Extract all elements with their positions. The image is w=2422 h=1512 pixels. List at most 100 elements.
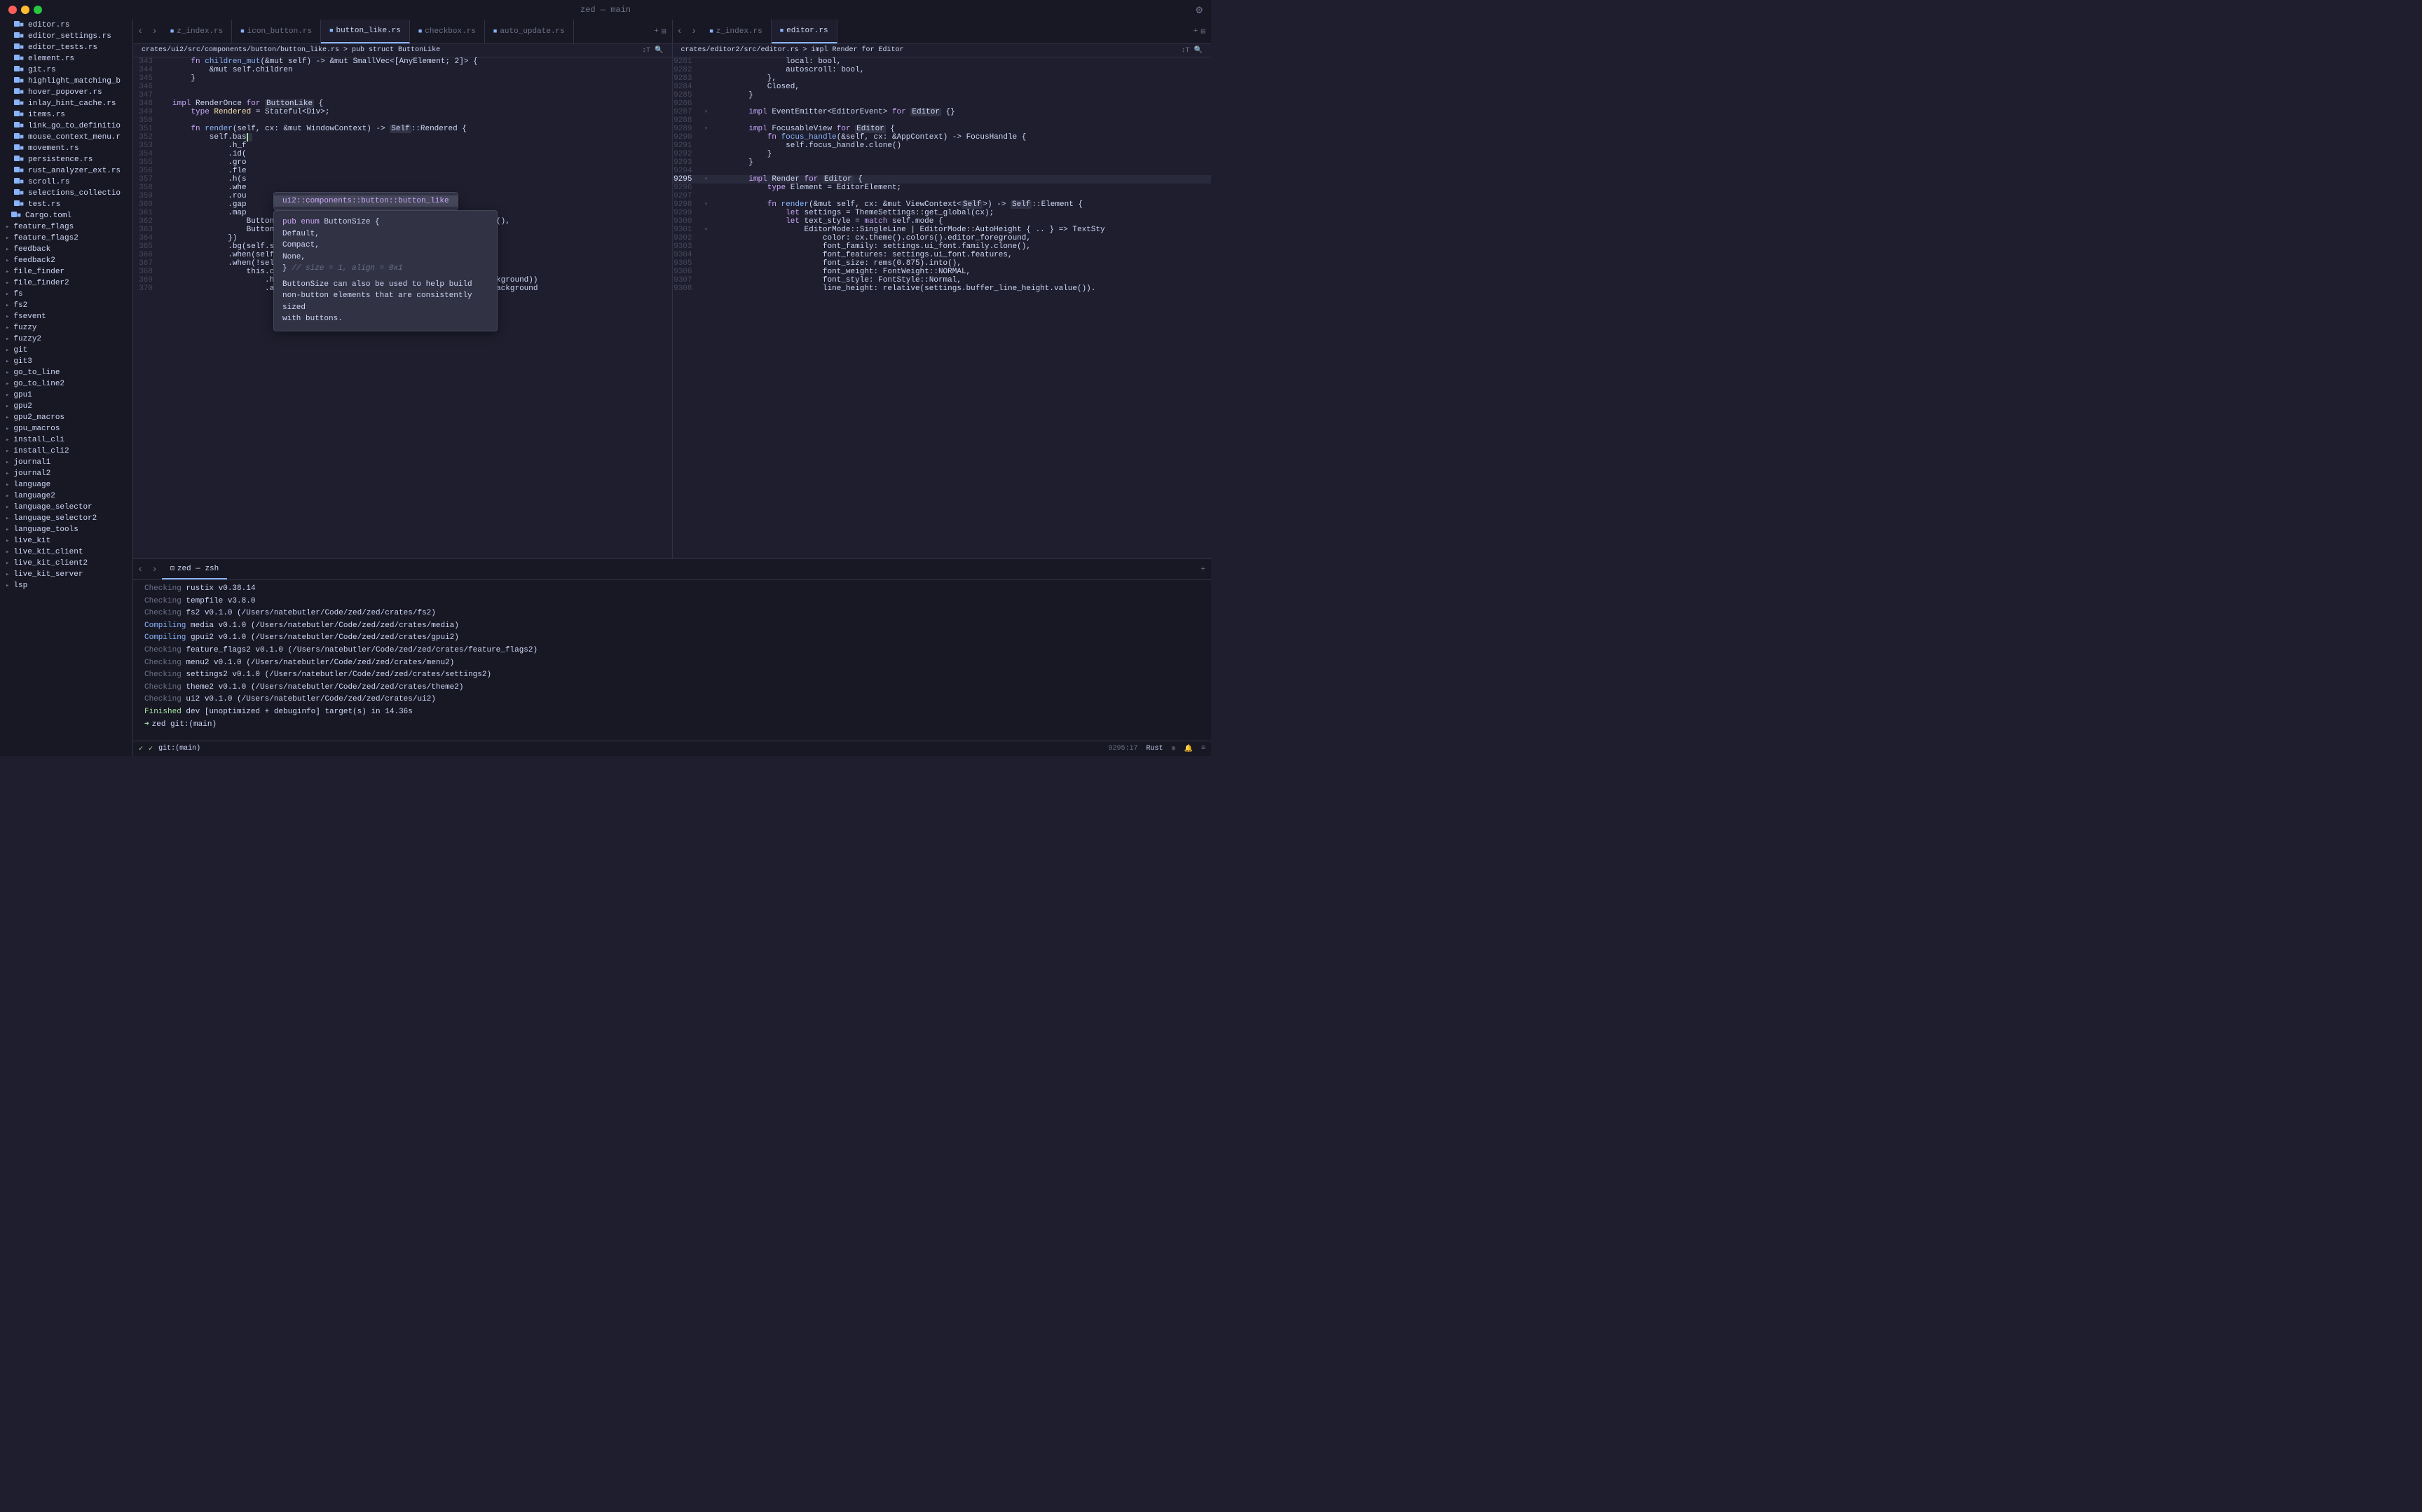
notification-icon[interactable]: 🔔 xyxy=(1184,745,1193,753)
sidebar-item-gpu-macros[interactable]: ▸ gpu_macros xyxy=(0,423,132,434)
sidebar-item-feedback[interactable]: ▸ feedback xyxy=(0,244,132,255)
sidebar-item-language-selector[interactable]: ▸ language_selector xyxy=(0,502,132,513)
sidebar-item-label: language_selector2 xyxy=(13,514,97,523)
sidebar-item-link-go[interactable]: ■ link_go_to_definitio xyxy=(0,121,132,132)
sidebar-item-editor-settings[interactable]: ■ editor_settings.rs xyxy=(0,31,132,42)
split-editor-button-r[interactable]: ⊞ xyxy=(1200,27,1205,36)
git-branch[interactable]: git:(main) xyxy=(158,745,200,752)
sidebar-item-fs[interactable]: ▸ fs xyxy=(0,289,132,300)
sidebar-item-feature-flags2[interactable]: ▸ feature_flags2 xyxy=(0,233,132,244)
right-tab-next[interactable]: › xyxy=(687,20,701,43)
code-line-9287: 9287 ▾ impl EventEmitter<EditorEvent> fo… xyxy=(673,108,1212,116)
sidebar-item-fuzzy[interactable]: ▸ fuzzy xyxy=(0,322,132,334)
sidebar-item-gpu1[interactable]: ▸ gpu1 xyxy=(0,390,132,401)
sidebar-item-live-kit-server[interactable]: ▸ live_kit_server xyxy=(0,569,132,580)
sidebar-item-language2[interactable]: ▸ language2 xyxy=(0,490,132,502)
sidebar-item-rust-analyzer[interactable]: ■ rust_analyzer_ext.rs xyxy=(0,165,132,177)
tab-editor-r[interactable]: ■ editor.rs xyxy=(772,20,837,43)
terminal-tab-prev[interactable]: ‹ xyxy=(133,559,147,579)
sidebar-item-language[interactable]: ▸ language xyxy=(0,479,132,490)
sidebar-item-go-to-line2[interactable]: ▸ go_to_line2 xyxy=(0,378,132,390)
menu-icon[interactable]: ≡ xyxy=(1201,745,1205,752)
sidebar-item-live-kit-client[interactable]: ▸ live_kit_client xyxy=(0,547,132,558)
format-indicator: ↕T 🔍 xyxy=(642,46,663,55)
sidebar-item-go-to-line[interactable]: ▸ go_to_line xyxy=(0,367,132,378)
folder-closed-icon: ▸ xyxy=(6,515,9,522)
sidebar-item-test[interactable]: ■ test.rs xyxy=(0,199,132,210)
sidebar-item-editor-tests[interactable]: ■ editor_tests.rs xyxy=(0,42,132,53)
folder-closed-icon: ▸ xyxy=(6,392,9,399)
sidebar-item-install-cli[interactable]: ▸ install_cli xyxy=(0,434,132,446)
sidebar-item-live-kit[interactable]: ▸ live_kit xyxy=(0,535,132,547)
sidebar-item-install-cli2[interactable]: ▸ install_cli2 xyxy=(0,446,132,457)
tab-auto-update[interactable]: ■ auto_update.rs xyxy=(485,20,574,43)
autocomplete-popup[interactable]: ui2::components::button::button_like xyxy=(273,192,458,210)
sidebar-item-lsp[interactable]: ▸ lsp xyxy=(0,580,132,591)
sidebar-item-language-selector2[interactable]: ▸ language_selector2 xyxy=(0,513,132,524)
sidebar-item-file-finder2[interactable]: ▸ file_finder2 xyxy=(0,277,132,289)
language-indicator[interactable]: Rust xyxy=(1146,745,1163,752)
folder-closed-icon: ▸ xyxy=(6,526,9,533)
close-button[interactable] xyxy=(8,6,17,14)
sidebar-item-gpu2[interactable]: ▸ gpu2 xyxy=(0,401,132,412)
minimize-button[interactable] xyxy=(21,6,29,14)
right-code-editor[interactable]: 9281 local: bool, 9282 autoscroll: bool, xyxy=(673,57,1212,558)
sidebar-item-scroll[interactable]: ■ scroll.rs xyxy=(0,177,132,188)
left-code-editor[interactable]: 343 fn children_mut(&mut self) -> &mut S… xyxy=(133,57,672,558)
split-editor-button[interactable]: ⊞ xyxy=(662,27,666,36)
right-tab-prev[interactable]: ‹ xyxy=(673,20,687,43)
sidebar-item-selections[interactable]: ■ selections_collectio xyxy=(0,188,132,199)
sidebar-item-inlay-hint[interactable]: ■ inlay_hint_cache.rs xyxy=(0,98,132,109)
sidebar-item-element[interactable]: ■ element.rs xyxy=(0,53,132,64)
sidebar-item-mouse-context[interactable]: ■ mouse_context_menu.r xyxy=(0,132,132,143)
folder-closed-icon: ▸ xyxy=(6,235,9,242)
sidebar-item-fuzzy2[interactable]: ▸ fuzzy2 xyxy=(0,334,132,345)
sidebar-item-live-kit-client2[interactable]: ▸ live_kit_client2 xyxy=(0,558,132,569)
tab-checkbox[interactable]: ■ checkbox.rs xyxy=(410,20,485,43)
tab-z-index-r[interactable]: ■ z_index.rs xyxy=(701,20,771,43)
code-line-350: 350 xyxy=(133,116,672,125)
sidebar-item-git[interactable]: ■ git.rs xyxy=(0,64,132,76)
tab-z-index[interactable]: ■ z_index.rs xyxy=(162,20,232,43)
terminal-content[interactable]: Checking rustix v0.38.14 Checking tempfi… xyxy=(133,580,1211,741)
sidebar-item-hover-popover[interactable]: ■ hover_popover.rs xyxy=(0,87,132,98)
settings-icon[interactable]: ⚙ xyxy=(1196,3,1203,17)
sidebar-item-label: Cargo.toml xyxy=(25,212,71,220)
sidebar-item-fsevent[interactable]: ▸ fsevent xyxy=(0,311,132,322)
terminal-icon: ⊡ xyxy=(170,565,175,573)
terminal-tab-zsh[interactable]: ⊡ zed — zsh xyxy=(162,559,227,579)
file-icon: ■ xyxy=(14,200,24,209)
left-tab-next[interactable]: › xyxy=(147,20,161,43)
tab-label: z_index.rs xyxy=(177,27,223,36)
sidebar-item-cargo-toml[interactable]: ■ Cargo.toml xyxy=(0,210,132,221)
sidebar-item-highlight[interactable]: ■ highlight_matching_b xyxy=(0,76,132,87)
sidebar-item-feature-flags[interactable]: ▸ feature_flags xyxy=(0,221,132,233)
sidebar-item-persistence[interactable]: ■ persistence.rs xyxy=(0,154,132,165)
sidebar-item-language-tools[interactable]: ▸ language_tools xyxy=(0,524,132,535)
sidebar-item-journal1[interactable]: ▸ journal1 xyxy=(0,457,132,468)
left-tab-prev[interactable]: ‹ xyxy=(133,20,147,43)
add-terminal-button[interactable]: + xyxy=(1200,565,1205,574)
folder-closed-icon: ▸ xyxy=(6,313,9,320)
sidebar-item-file-finder[interactable]: ▸ file_finder xyxy=(0,266,132,277)
tab-icon-button[interactable]: ■ icon_button.rs xyxy=(232,20,321,43)
tab-button-like[interactable]: ■ button_like.rs xyxy=(321,20,410,43)
autocomplete-item[interactable]: ui2::components::button::button_like xyxy=(274,195,458,207)
sidebar-item-fs2[interactable]: ▸ fs2 xyxy=(0,300,132,311)
code-line-9297: 9297 xyxy=(673,192,1212,200)
sidebar-item-journal2[interactable]: ▸ journal2 xyxy=(0,468,132,479)
sidebar-item-gpu2-macros[interactable]: ▸ gpu2_macros xyxy=(0,412,132,423)
maximize-button[interactable] xyxy=(34,6,42,14)
terminal-tab-next[interactable]: › xyxy=(147,559,161,579)
sidebar-item-editor-rs[interactable]: ■ editor.rs xyxy=(0,20,132,31)
code-line-9301: 9301 ▾ EditorMode::SingleLine | EditorMo… xyxy=(673,226,1212,234)
sidebar-item-movement[interactable]: ■ movement.rs xyxy=(0,143,132,154)
sidebar-item-git-folder[interactable]: ▸ git xyxy=(0,345,132,356)
status-left: ✓ ✓ git:(main) xyxy=(139,745,200,753)
sidebar-item-label: items.rs xyxy=(28,111,65,119)
sidebar-item-feedback2[interactable]: ▸ feedback2 xyxy=(0,255,132,266)
add-tab-button-r[interactable]: + xyxy=(1193,27,1198,36)
sidebar-item-items[interactable]: ■ items.rs xyxy=(0,109,132,121)
sidebar-item-git3[interactable]: ▸ git3 xyxy=(0,356,132,367)
add-tab-button[interactable]: + xyxy=(654,27,659,36)
